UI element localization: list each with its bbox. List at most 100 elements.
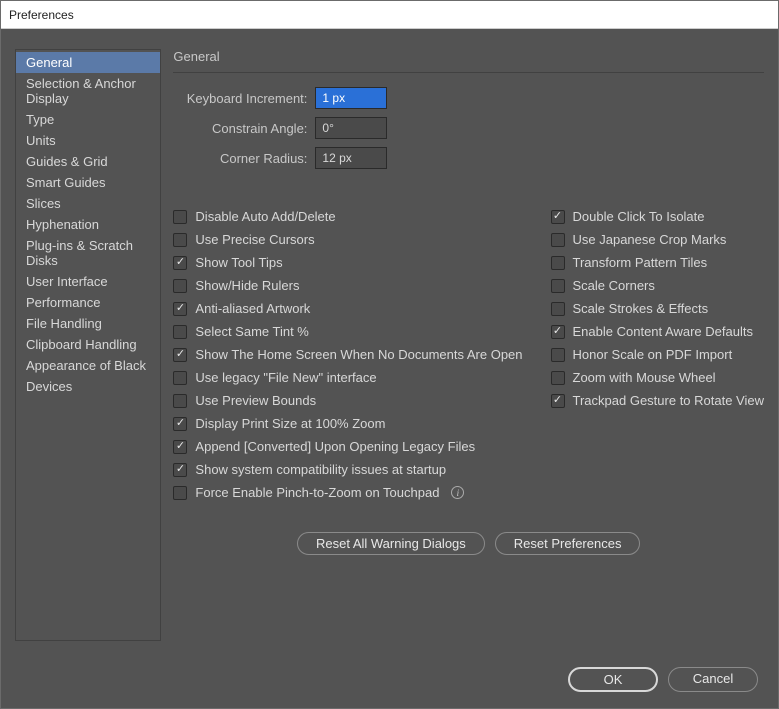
checkbox-row[interactable]: Select Same Tint % — [173, 324, 522, 339]
checkbox[interactable] — [551, 371, 565, 385]
checkbox-row[interactable]: Scale Strokes & Effects — [551, 301, 764, 316]
checkbox-label: Scale Corners — [573, 278, 655, 293]
sidebar-item-user-interface[interactable]: User Interface — [16, 271, 160, 292]
reset-buttons-row: Reset All Warning Dialogs Reset Preferen… — [173, 532, 764, 555]
checkbox-row[interactable]: Double Click To Isolate — [551, 209, 764, 224]
sidebar-item-devices[interactable]: Devices — [16, 376, 160, 397]
checkbox-label: Show/Hide Rulers — [195, 278, 299, 293]
checkbox-row[interactable]: Scale Corners — [551, 278, 764, 293]
section-title: General — [173, 49, 764, 73]
checkbox-label: Use Precise Cursors — [195, 232, 314, 247]
checkbox[interactable] — [551, 325, 565, 339]
checkbox[interactable] — [173, 394, 187, 408]
input-corner-radius[interactable]: 12 px — [315, 147, 387, 169]
checkbox-label: Select Same Tint % — [195, 324, 308, 339]
checkbox[interactable] — [551, 233, 565, 247]
sidebar-item-units[interactable]: Units — [16, 130, 160, 151]
field-keyboard-increment: Keyboard Increment: 1 px — [173, 87, 764, 109]
sidebar-item-selection-anchor-display[interactable]: Selection & Anchor Display — [16, 73, 160, 109]
checkbox-row[interactable]: Transform Pattern Tiles — [551, 255, 764, 270]
checkbox-row[interactable]: Append [Converted] Upon Opening Legacy F… — [173, 439, 522, 454]
checkbox-row[interactable]: Trackpad Gesture to Rotate View — [551, 393, 764, 408]
checkbox-row[interactable]: Anti-aliased Artwork — [173, 301, 522, 316]
checkbox[interactable] — [173, 302, 187, 316]
cancel-button[interactable]: Cancel — [668, 667, 758, 692]
checkbox-row[interactable]: Show Tool Tips — [173, 255, 522, 270]
reset-preferences-button[interactable]: Reset Preferences — [495, 532, 641, 555]
checkbox-row[interactable]: Honor Scale on PDF Import — [551, 347, 764, 362]
sidebar-item-slices[interactable]: Slices — [16, 193, 160, 214]
main-panel: General Keyboard Increment: 1 px Constra… — [173, 49, 764, 655]
checkbox[interactable] — [173, 325, 187, 339]
label-constrain-angle: Constrain Angle: — [173, 121, 307, 136]
checkbox[interactable] — [551, 302, 565, 316]
checkbox-column-right: Double Click To Isolate Use Japanese Crop… — [551, 209, 764, 500]
checkbox-row[interactable]: Use Preview Bounds — [173, 393, 522, 408]
checkbox[interactable] — [173, 279, 187, 293]
checkbox-label: Show The Home Screen When No Documents A… — [195, 347, 522, 362]
checkbox[interactable] — [551, 279, 565, 293]
checkbox[interactable] — [551, 210, 565, 224]
sidebar-item-appearance-of-black[interactable]: Appearance of Black — [16, 355, 160, 376]
checkbox[interactable] — [173, 210, 187, 224]
checkbox-row[interactable]: Use legacy "File New" interface — [173, 370, 522, 385]
checkbox-row[interactable]: Show The Home Screen When No Documents A… — [173, 347, 522, 362]
checkbox-label: Force Enable Pinch-to-Zoom on Touchpad — [195, 485, 439, 500]
checkbox[interactable] — [173, 440, 187, 454]
checkbox[interactable] — [173, 256, 187, 270]
checkbox-label: Zoom with Mouse Wheel — [573, 370, 716, 385]
checkbox-row[interactable]: Zoom with Mouse Wheel — [551, 370, 764, 385]
checkbox[interactable] — [173, 348, 187, 362]
checkbox-row[interactable]: Enable Content Aware Defaults — [551, 324, 764, 339]
checkbox-row[interactable]: Use Precise Cursors — [173, 232, 522, 247]
checkbox[interactable] — [173, 463, 187, 477]
reset-all-warning-dialogs-button[interactable]: Reset All Warning Dialogs — [297, 532, 485, 555]
label-keyboard-increment: Keyboard Increment: — [173, 91, 307, 106]
checkbox[interactable] — [551, 256, 565, 270]
dialog-footer: OK Cancel — [15, 667, 764, 692]
checkbox[interactable] — [173, 371, 187, 385]
checkbox-row[interactable]: Force Enable Pinch-to-Zoom on Touchpad i — [173, 485, 522, 500]
sidebar-item-clipboard-handling[interactable]: Clipboard Handling — [16, 334, 160, 355]
sidebar-item-guides-grid[interactable]: Guides & Grid — [16, 151, 160, 172]
checkbox-label: Trackpad Gesture to Rotate View — [573, 393, 764, 408]
checkbox[interactable] — [173, 417, 187, 431]
checkbox-label: Append [Converted] Upon Opening Legacy F… — [195, 439, 475, 454]
checkbox-row[interactable]: Show system compatibility issues at star… — [173, 462, 522, 477]
checkbox-row[interactable]: Display Print Size at 100% Zoom — [173, 416, 522, 431]
input-constrain-angle[interactable]: 0° — [315, 117, 387, 139]
checkbox[interactable] — [173, 486, 187, 500]
checkbox[interactable] — [551, 394, 565, 408]
sidebar-item-plug-ins-scratch-disks[interactable]: Plug-ins & Scratch Disks — [16, 235, 160, 271]
checkbox-label: Show system compatibility issues at star… — [195, 462, 446, 477]
sidebar-item-performance[interactable]: Performance — [16, 292, 160, 313]
sidebar-item-file-handling[interactable]: File Handling — [16, 313, 160, 334]
input-keyboard-increment[interactable]: 1 px — [315, 87, 387, 109]
field-constrain-angle: Constrain Angle: 0° — [173, 117, 764, 139]
checkbox-row[interactable]: Use Japanese Crop Marks — [551, 232, 764, 247]
checkbox-label: Double Click To Isolate — [573, 209, 705, 224]
dialog-body: GeneralSelection & Anchor DisplayTypeUni… — [1, 29, 778, 708]
window-title: Preferences — [9, 8, 74, 22]
checkbox-label: Honor Scale on PDF Import — [573, 347, 733, 362]
checkbox-row[interactable]: Show/Hide Rulers — [173, 278, 522, 293]
label-corner-radius: Corner Radius: — [173, 151, 307, 166]
sidebar-item-hyphenation[interactable]: Hyphenation — [16, 214, 160, 235]
sidebar-item-general[interactable]: General — [16, 52, 160, 73]
checkbox-label: Use Japanese Crop Marks — [573, 232, 727, 247]
checkbox-label: Enable Content Aware Defaults — [573, 324, 753, 339]
checkbox-label: Disable Auto Add/Delete — [195, 209, 335, 224]
checkbox-label: Transform Pattern Tiles — [573, 255, 708, 270]
sidebar-item-smart-guides[interactable]: Smart Guides — [16, 172, 160, 193]
checkbox-row[interactable]: Disable Auto Add/Delete — [173, 209, 522, 224]
checkbox[interactable] — [173, 233, 187, 247]
info-icon[interactable]: i — [451, 486, 464, 499]
checkbox-label: Use legacy "File New" interface — [195, 370, 376, 385]
ok-button[interactable]: OK — [568, 667, 658, 692]
checkbox[interactable] — [551, 348, 565, 362]
sidebar-item-type[interactable]: Type — [16, 109, 160, 130]
checkbox-label: Display Print Size at 100% Zoom — [195, 416, 385, 431]
checkbox-column-left: Disable Auto Add/Delete Use Precise Curso… — [173, 209, 522, 500]
checkbox-label: Anti-aliased Artwork — [195, 301, 310, 316]
checkbox-label: Scale Strokes & Effects — [573, 301, 709, 316]
